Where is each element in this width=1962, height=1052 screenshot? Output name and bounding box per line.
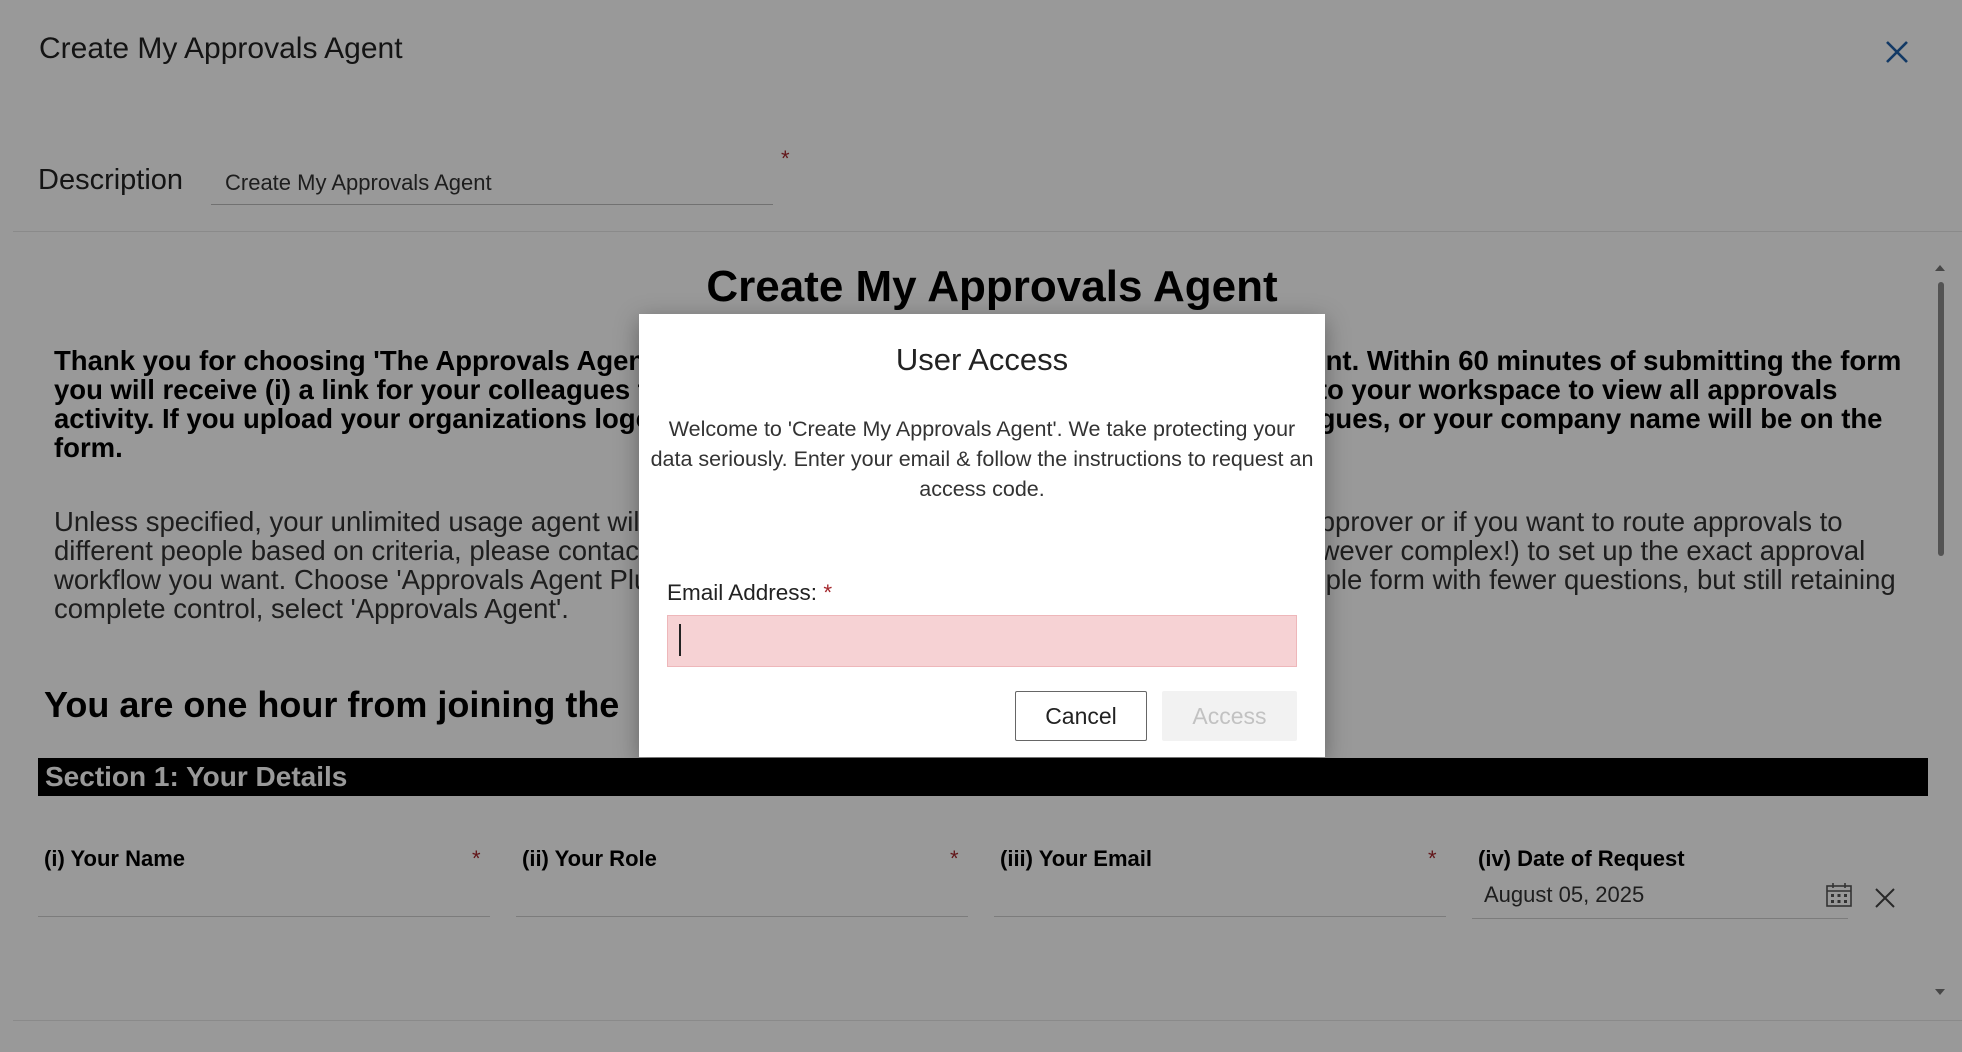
email-label-text: Email Address: xyxy=(667,580,818,605)
dialog-message: Welcome to 'Create My Approvals Agent'. … xyxy=(650,417,1314,501)
user-access-dialog: User Access Welcome to 'Create My Approv… xyxy=(639,314,1325,757)
email-address-input[interactable] xyxy=(667,615,1297,667)
cancel-button[interactable]: Cancel xyxy=(1015,691,1147,741)
email-required-mark: * xyxy=(823,580,833,605)
access-button[interactable]: Access xyxy=(1162,691,1297,741)
text-caret xyxy=(679,624,681,656)
dialog-title: User Access xyxy=(895,342,1069,377)
email-address-label: Email Address: * xyxy=(667,580,832,606)
